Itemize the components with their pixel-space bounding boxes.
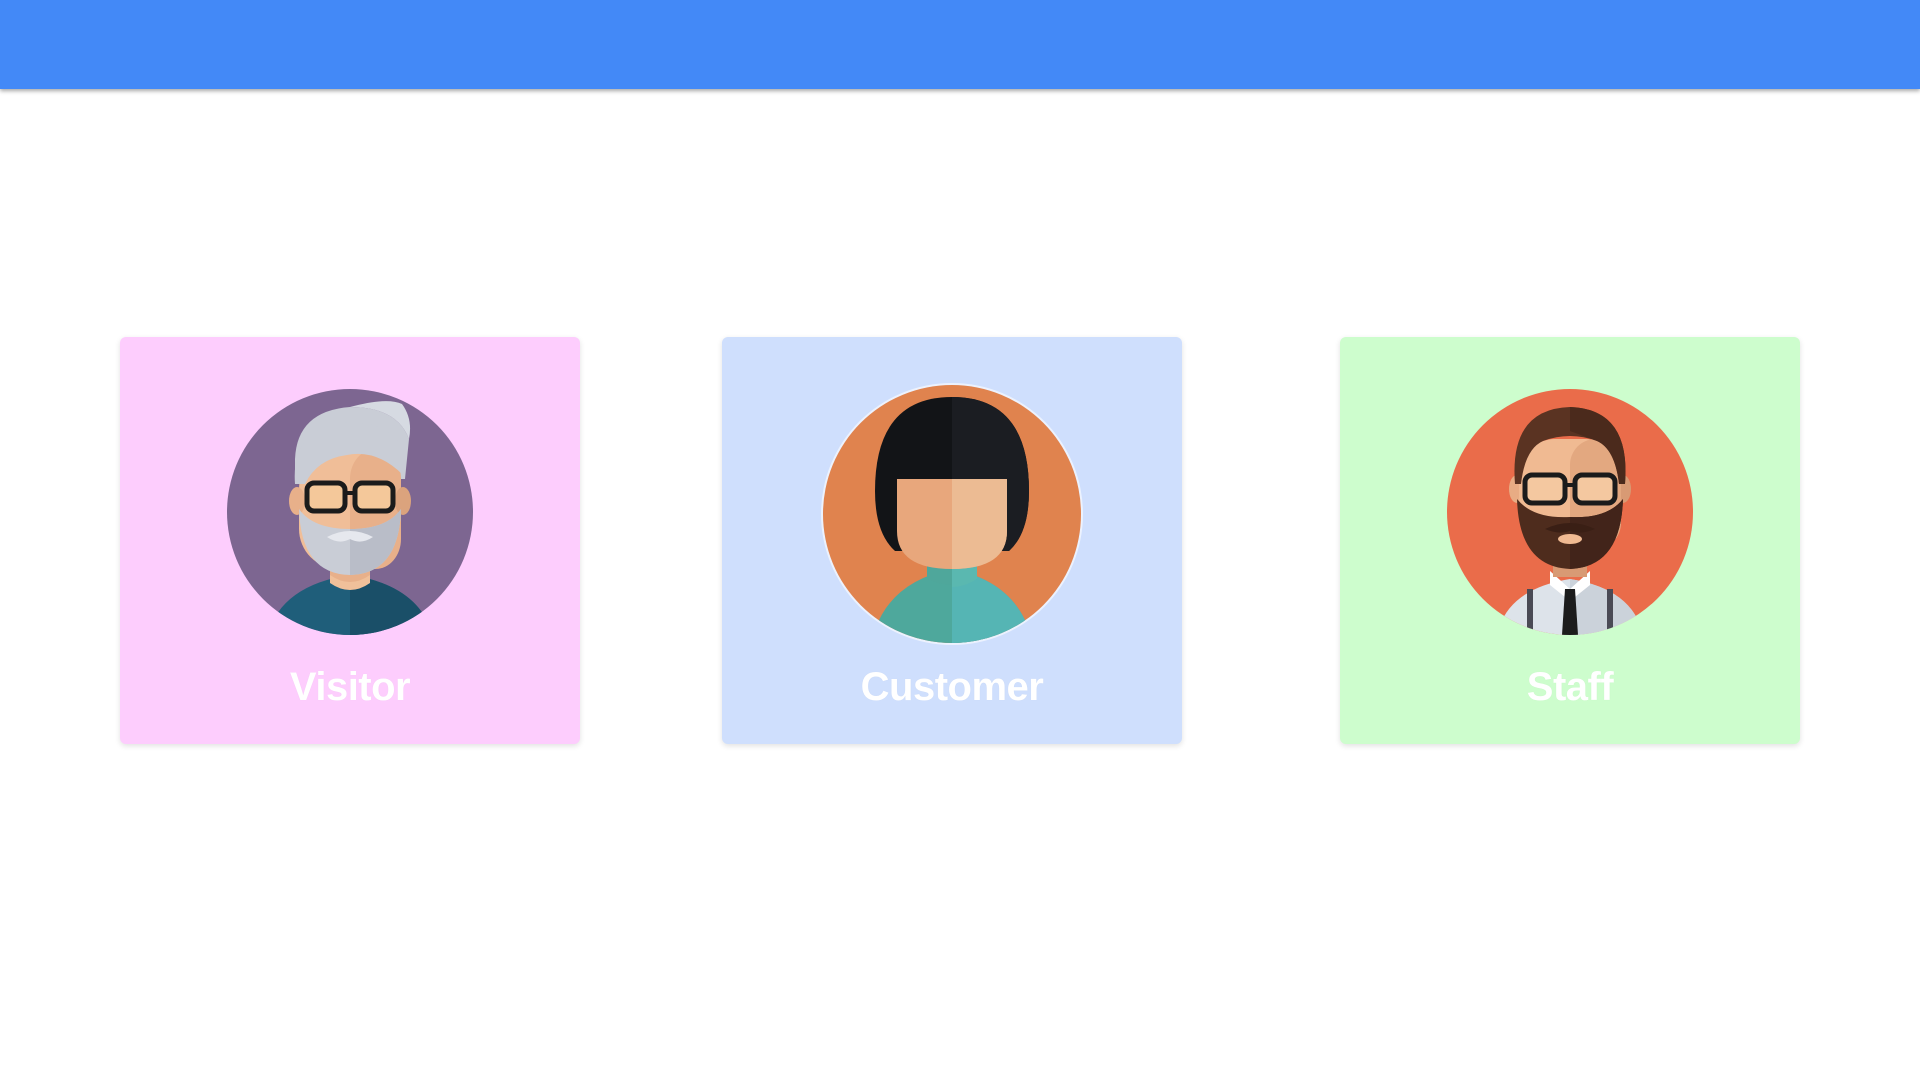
customer-label: Customer: [860, 665, 1044, 709]
staff-card[interactable]: Staff: [1340, 337, 1800, 744]
bearded-man-avatar-icon: [1447, 389, 1693, 635]
visitor-label: Visitor: [289, 665, 411, 709]
elderly-man-avatar-icon: [227, 389, 473, 635]
woman-avatar-icon: [821, 383, 1083, 645]
customer-card[interactable]: Customer: [722, 337, 1182, 744]
top-app-bar: [0, 0, 1920, 89]
staff-label: Staff: [1526, 665, 1614, 709]
visitor-card[interactable]: Visitor: [120, 337, 580, 744]
